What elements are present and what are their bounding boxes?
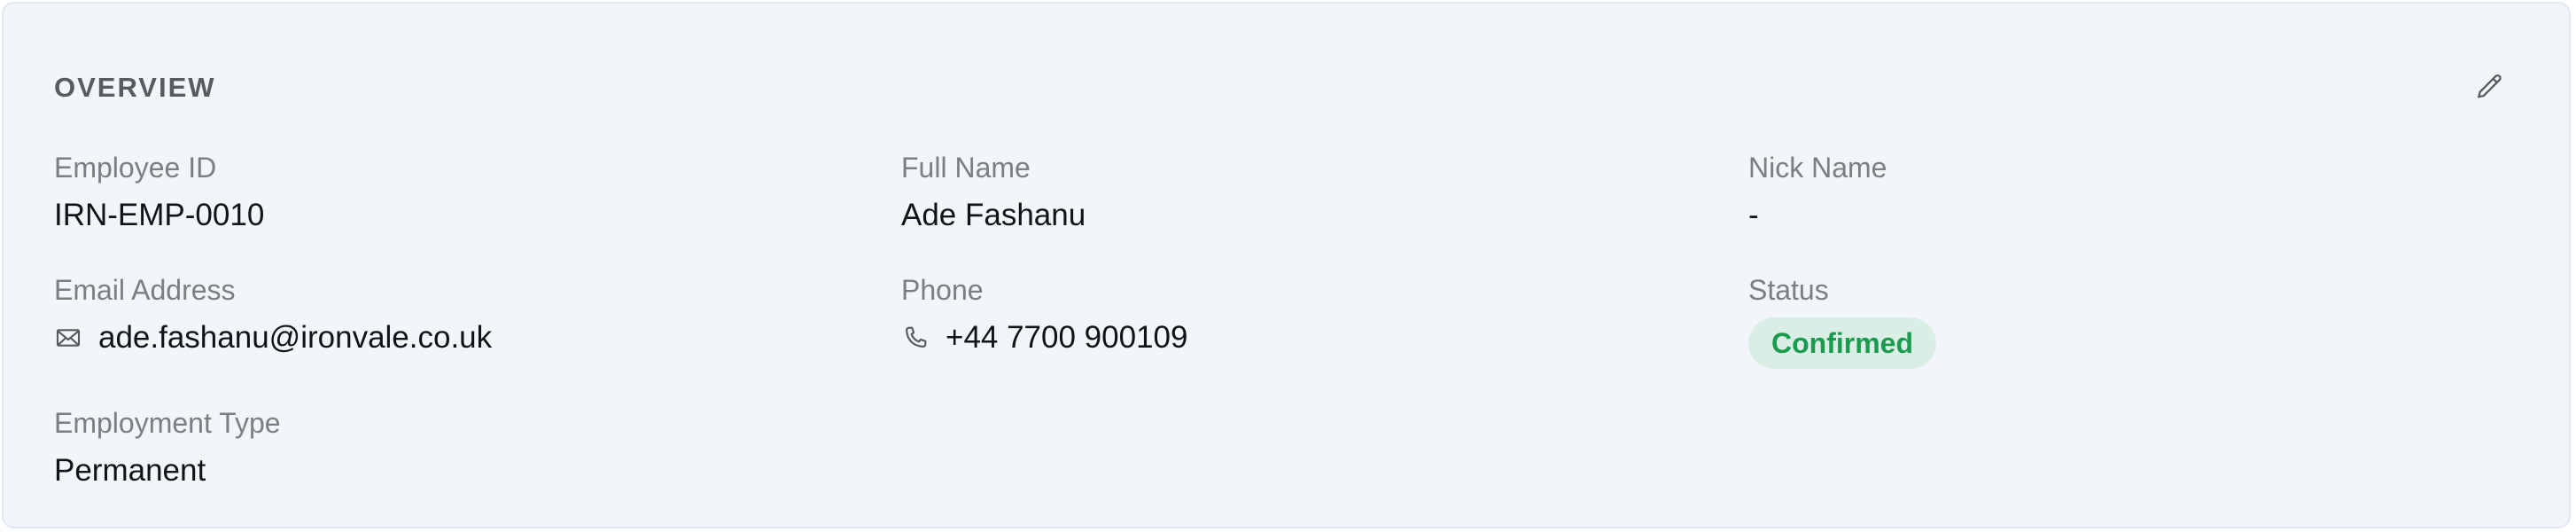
full-name-label: Full Name: [901, 152, 1031, 184]
field-full-name: Full Name Ade Fashanu: [901, 150, 1086, 235]
phone-label: Phone: [901, 274, 984, 306]
phone-value-row: +44 7700 900109: [901, 318, 1187, 357]
phone-link[interactable]: +44 7700 900109: [946, 318, 1187, 357]
employee-id-value: IRN-EMP-0010: [54, 198, 265, 232]
field-status: Status Confirmed: [1748, 272, 1936, 369]
employment-type-value: Permanent: [54, 453, 206, 488]
email-value-row: ade.fashanu@ironvale.co.uk: [54, 318, 492, 357]
nick-name-value: -: [1748, 198, 1759, 232]
status-badge: Confirmed: [1748, 317, 1936, 369]
nick-name-label: Nick Name: [1748, 152, 1887, 184]
field-employment-type: Employment Type Permanent: [54, 405, 281, 490]
email-label: Email Address: [54, 274, 236, 306]
mail-icon: [54, 324, 82, 352]
section-title: OVERVIEW: [54, 72, 216, 103]
pencil-icon: [2475, 72, 2505, 106]
overview-card: OVERVIEW Employee ID IRN-EMP-0010 Full N…: [2, 2, 2571, 528]
phone-icon: [901, 324, 930, 352]
status-label: Status: [1748, 274, 1829, 306]
field-employee-id: Employee ID IRN-EMP-0010: [54, 150, 264, 235]
field-phone: Phone +44 7700 900109: [901, 272, 1187, 357]
email-link[interactable]: ade.fashanu@ironvale.co.uk: [98, 318, 492, 357]
field-nick-name: Nick Name -: [1748, 150, 1887, 235]
edit-button[interactable]: [2471, 69, 2510, 108]
employment-type-label: Employment Type: [54, 407, 281, 439]
full-name-value: Ade Fashanu: [901, 198, 1086, 232]
employee-id-label: Employee ID: [54, 152, 217, 184]
field-email: Email Address ade.fashanu@ironvale.co.uk: [54, 272, 492, 357]
